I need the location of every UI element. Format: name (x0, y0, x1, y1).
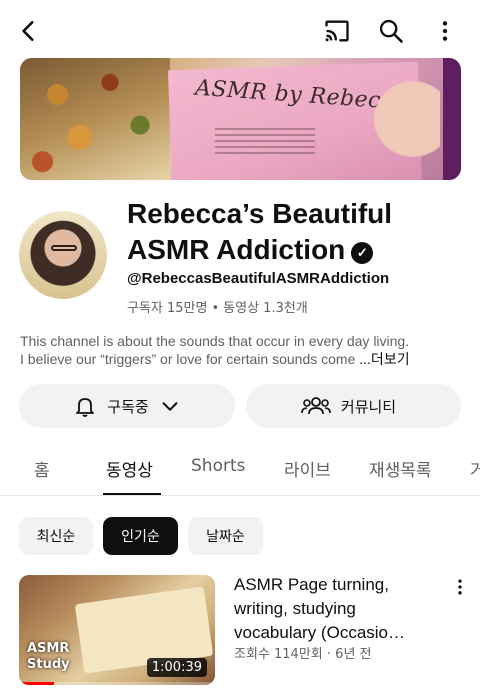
video-thumbnail[interactable]: ASMR Study 1:00:39 (19, 575, 215, 685)
watch-progress-fill (19, 682, 55, 685)
channel-description[interactable]: This channel is about the sounds that oc… (20, 332, 460, 368)
people-icon (301, 397, 331, 415)
channel-handle: @RebeccasBeautifulASMRAddiction (127, 270, 390, 287)
subscribed-label: 구독중 (107, 397, 149, 416)
back-arrow-icon[interactable] (12, 14, 46, 48)
description-line-2: I believe our “triggers” or love for cer… (20, 350, 460, 368)
thumbnail-text: ASMR Study (27, 641, 70, 673)
top-app-bar (0, 0, 480, 60)
more-vert-icon[interactable] (428, 14, 462, 48)
tab-overflow[interactable]: 거 (470, 456, 480, 481)
meta-separator: · (326, 647, 332, 662)
watch-progress-bar (19, 682, 215, 685)
description-line-1: This channel is about the sounds that oc… (20, 333, 410, 349)
thumbnail-text-line-2: Study (27, 657, 70, 672)
banner-leaves-image (20, 58, 170, 180)
tab-home[interactable]: 홈 (34, 456, 50, 481)
tab-videos[interactable]: 동영상 (106, 456, 153, 481)
video-meta: 조회수 114만회 · 6년 전 (234, 643, 372, 662)
avatar-glasses (51, 245, 77, 251)
community-button[interactable]: 커뮤니티 (246, 384, 461, 428)
channel-tabs: 홈 동영상 Shorts 라이브 재생목록 거 (0, 440, 480, 496)
video-duration: 1:00:39 (146, 658, 207, 677)
description-more-link[interactable]: ...더보기 (359, 351, 409, 367)
verified-check-icon: ✓ (351, 242, 374, 264)
search-icon[interactable] (374, 14, 408, 48)
channel-name: Rebecca’s Beautiful ASMR Addiction ✓ (127, 196, 457, 268)
video-age: 6년 전 (335, 647, 372, 662)
cast-icon[interactable] (320, 14, 354, 48)
chip-popular[interactable]: 인기순 (103, 517, 178, 555)
banner-stripe (443, 58, 461, 180)
subscriber-count: 구독자 15만명 (127, 301, 208, 316)
chevron-down-icon (162, 402, 178, 411)
video-more-icon[interactable] (450, 576, 470, 598)
channel-banner: ASMR by Rebecca (20, 58, 461, 180)
video-title[interactable]: ASMR Page turning, writing, studying voc… (234, 573, 440, 645)
channel-stats: 구독자 15만명 • 동영상 1.3천개 (127, 297, 308, 316)
video-views: 조회수 114만회 (234, 647, 323, 662)
tab-live[interactable]: 라이브 (284, 456, 331, 481)
banner-text-lines (215, 128, 315, 158)
subscribed-button[interactable]: 구독중 (19, 384, 235, 428)
channel-avatar[interactable] (19, 211, 107, 299)
banner-hand-image (350, 58, 440, 180)
bell-icon (76, 398, 95, 417)
video-count: 동영상 1.3천개 (223, 301, 308, 316)
stats-separator: • (211, 301, 220, 316)
chip-oldest[interactable]: 날짜순 (188, 517, 263, 555)
tab-shorts[interactable]: Shorts (191, 456, 245, 476)
thumbnail-text-line-1: ASMR (27, 641, 70, 656)
active-tab-indicator (103, 493, 161, 495)
chip-latest[interactable]: 최신순 (19, 517, 93, 555)
community-label: 커뮤니티 (340, 397, 397, 416)
description-line-2-text: I believe our “triggers” or love for cer… (20, 351, 356, 367)
tab-playlists[interactable]: 재생목록 (369, 456, 432, 481)
